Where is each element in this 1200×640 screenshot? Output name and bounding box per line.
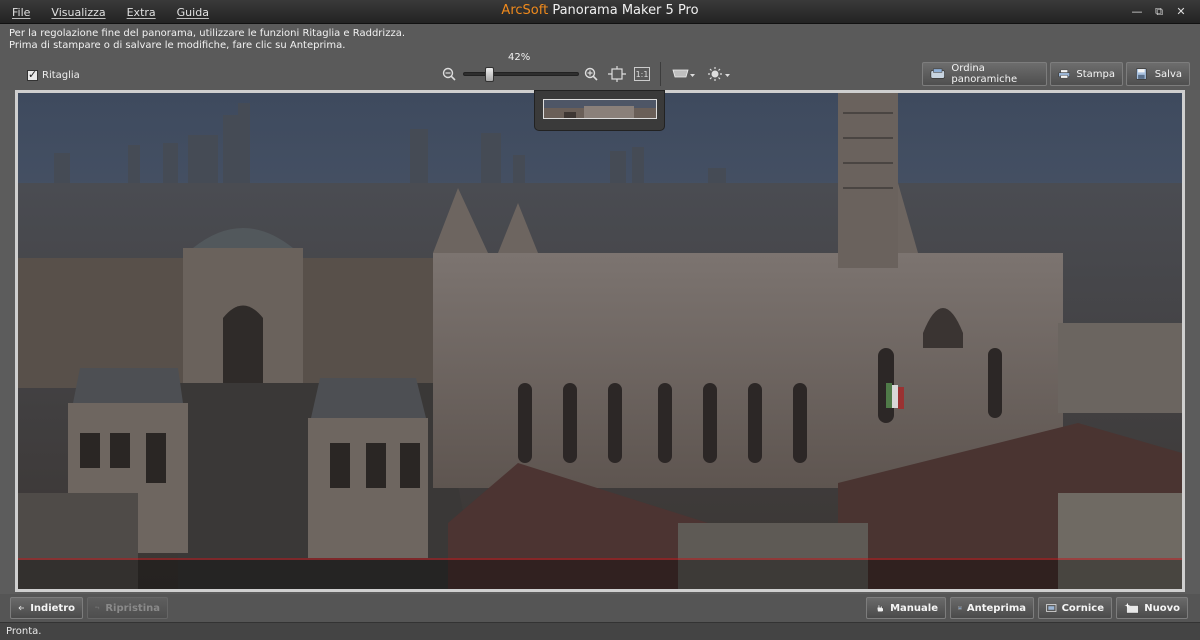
back-label: Indietro [30, 602, 75, 614]
scanner-icon [930, 68, 945, 79]
app-title: ArcSoft Panorama Maker 5 Pro [0, 3, 1200, 18]
zoom-in-icon[interactable] [584, 67, 598, 81]
back-button[interactable]: Indietro [10, 597, 83, 619]
frame-label: Cornice [1061, 602, 1104, 614]
hand-pointer-icon [876, 604, 884, 612]
preview-label: Anteprima [966, 602, 1026, 614]
navigator-thumbnail-panel [534, 90, 665, 131]
preview-button[interactable]: Anteprima [950, 597, 1034, 619]
crop-checkbox[interactable]: Ritaglia [27, 68, 80, 81]
panorama-image[interactable] [18, 93, 1182, 589]
zoom-slider-thumb[interactable] [485, 67, 494, 82]
printer-icon [1058, 69, 1070, 79]
app-brand: ArcSoft [501, 3, 549, 18]
actual-size-button[interactable]: 1:1 [634, 67, 650, 81]
print-button[interactable]: Stampa [1050, 62, 1123, 86]
straighten-tool-icon[interactable] [672, 66, 696, 82]
preview-window-icon [958, 606, 962, 610]
arrow-left-icon [18, 605, 25, 611]
undo-icon [95, 606, 100, 610]
save-button[interactable]: Salva [1126, 62, 1190, 86]
restore-button[interactable]: Ripristina [87, 597, 168, 619]
status-bar: Pronta. [0, 622, 1200, 640]
toolbar-separator [660, 62, 661, 86]
restore-label: Ripristina [105, 602, 160, 614]
picture-frame-icon [1046, 604, 1057, 612]
new-button[interactable]: Nuovo [1116, 597, 1188, 619]
maximize-button[interactable]: ⧉ [1148, 4, 1170, 20]
close-button[interactable]: ✕ [1170, 4, 1192, 20]
zoom-out-icon[interactable] [442, 67, 456, 81]
zoom-percent: 42% [508, 52, 531, 63]
hint-text: Per la regolazione fine del panorama, ut… [9, 28, 405, 52]
order-panoramas-label: Ordina panoramiche [951, 63, 1018, 85]
save-label: Salva [1154, 68, 1182, 80]
crop-label: Ritaglia [42, 70, 80, 81]
app-name: Panorama Maker 5 Pro [552, 3, 699, 18]
window-controls: — ⧉ ✕ [1126, 4, 1192, 20]
hint-line-1: Per la regolazione fine del panorama, ut… [9, 28, 406, 39]
manual-button[interactable]: Manuale [866, 597, 946, 619]
toolbar: Per la regolazione fine del panorama, ut… [0, 24, 1200, 90]
status-text: Pronta. [6, 626, 42, 637]
panorama-canvas-frame [15, 90, 1185, 592]
thumbnail-preview-image [544, 100, 656, 118]
navigator-thumbnail[interactable] [543, 99, 657, 119]
fit-to-window-icon[interactable] [608, 66, 626, 82]
bottom-bar: Indietro Ripristina Manuale Anteprima Co… [0, 594, 1200, 622]
floppy-disk-icon [1136, 68, 1147, 80]
checkbox-checked-icon[interactable] [27, 68, 38, 81]
manual-label: Manuale [890, 602, 938, 614]
zoom-slider[interactable] [463, 67, 579, 82]
hint-line-2: Prima di stampare o di salvare le modifi… [9, 40, 346, 51]
new-label: Nuovo [1144, 602, 1180, 614]
milan-cathedral-panorama [18, 93, 1182, 589]
title-bar: File Visualizza Extra Guida ArcSoft Pano… [0, 0, 1200, 24]
print-label: Stampa [1076, 68, 1115, 80]
order-panoramas-button[interactable]: Ordina panoramiche [922, 62, 1047, 86]
new-sparkle-icon [1124, 602, 1139, 614]
brightness-tool-icon[interactable] [707, 66, 731, 82]
minimize-button[interactable]: — [1126, 4, 1148, 20]
frame-button[interactable]: Cornice [1038, 597, 1112, 619]
